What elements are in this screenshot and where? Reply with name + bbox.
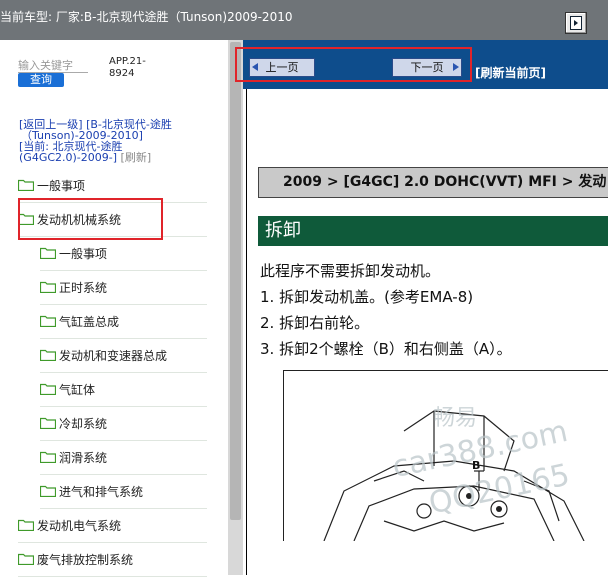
folder-icon xyxy=(40,383,56,395)
step-3: 3. 拆卸2个螺栓（B）和右侧盖（A）。 xyxy=(260,340,512,358)
tree-item-label: 发动机电气系统 xyxy=(37,518,122,533)
folder-icon xyxy=(40,349,56,361)
tree-item[interactable]: 气缸体 xyxy=(40,372,207,407)
folder-icon xyxy=(18,519,34,531)
tree-item-label: 冷却系统 xyxy=(59,416,108,431)
watermark-line-1: 畅易 xyxy=(433,406,478,431)
highlight-engine-mechanical xyxy=(18,198,163,240)
tree-item[interactable]: 废气排放控制系统 xyxy=(18,542,207,577)
sidebar-scrollbar[interactable] xyxy=(228,40,243,575)
folder-icon xyxy=(18,553,34,565)
tree-item-label: 进气和排气系统 xyxy=(59,484,144,499)
folder-icon xyxy=(40,485,56,497)
tree-item[interactable]: 进气和排气系统 xyxy=(40,474,207,509)
tree-item[interactable]: 润滑系统 xyxy=(40,440,207,475)
tree-item[interactable]: 发动机电气系统 xyxy=(18,508,207,543)
menu-toggle-button[interactable] xyxy=(565,12,587,34)
tree-item-label: 润滑系统 xyxy=(59,450,108,465)
tree-item-label: 一般事项 xyxy=(37,178,86,193)
highlight-page-buttons xyxy=(235,47,472,82)
tree-item[interactable]: 冷却系统 xyxy=(40,406,207,441)
top-bar: 当前车型: 厂家:B-北京现代途胜（Tunson)2009-2010 xyxy=(0,0,608,40)
tree-item[interactable]: 发动机和变速器总成 xyxy=(40,338,207,373)
folder-icon xyxy=(40,417,56,429)
tree-item-label: 废气排放控制系统 xyxy=(37,552,134,567)
tree-item-label: 气缸盖总成 xyxy=(59,314,120,329)
search-input[interactable] xyxy=(18,59,88,73)
procedure-text: 此程序不需要拆卸发动机。 1. 拆卸发动机盖。(参考EMA-8) 2. 拆卸右前… xyxy=(260,258,605,362)
step-2: 2. 拆卸右前轮。 xyxy=(260,314,370,332)
sidebar: 查询 APP.21- 8924 [返回上一级] [B-北京现代-途胜 （Tuns… xyxy=(0,40,230,577)
intro-text: 此程序不需要拆卸发动机。 xyxy=(260,262,441,280)
current-vehicle-title: 当前车型: 厂家:B-北京现代途胜（Tunson)2009-2010 xyxy=(0,10,293,24)
app-id: APP.21- 8924 xyxy=(109,56,146,79)
folder-icon xyxy=(40,451,56,463)
folder-icon xyxy=(40,247,56,259)
search-button[interactable]: 查询 xyxy=(18,73,64,87)
step-1: 1. 拆卸发动机盖。(参考EMA-8) xyxy=(260,288,474,306)
tree-item-label: 发动机和变速器总成 xyxy=(59,348,168,363)
nav-links: [返回上一级] [B-北京现代-途胜 （Tunson)-2009-2010] [… xyxy=(19,119,219,163)
section-title: 拆卸 xyxy=(258,216,608,246)
play-icon xyxy=(570,16,582,30)
folder-icon xyxy=(40,281,56,293)
breadcrumb: 2009 > [G4GC] 2.0 DOHC(VVT) MFI > 发动 xyxy=(258,167,608,198)
tree-item[interactable]: 气缸盖总成 xyxy=(40,304,207,339)
tree-item[interactable]: 正时系统 xyxy=(40,270,207,305)
tree-item-label: 一般事项 xyxy=(59,246,108,261)
refresh-page-link[interactable]: [刷新当前页] xyxy=(475,64,546,81)
tree-item[interactable]: 一般事项 xyxy=(40,236,207,271)
tree-item-label: 气缸体 xyxy=(59,382,96,397)
tree-item-label: 正时系统 xyxy=(59,280,108,295)
refresh-link[interactable]: [刷新] xyxy=(121,151,152,164)
scrollbar-thumb[interactable] xyxy=(230,42,241,520)
folder-icon xyxy=(18,179,34,191)
main-content: 上一页 下一页 [刷新当前页] 2009 > [G4GC] 2.0 DOHC(V… xyxy=(243,40,608,575)
folder-icon xyxy=(40,315,56,327)
